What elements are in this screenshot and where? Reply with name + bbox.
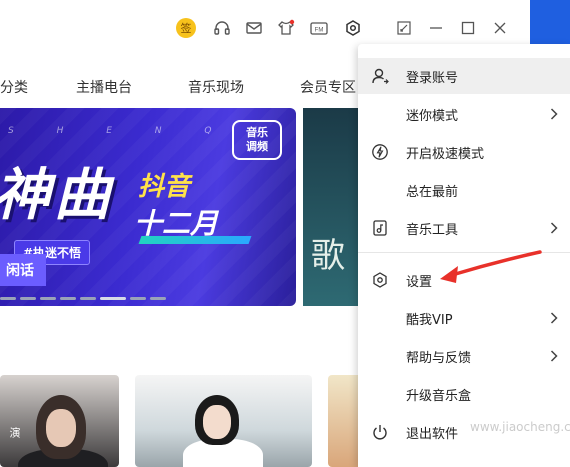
banner-dot[interactable] — [130, 297, 146, 300]
banner-dot[interactable] — [40, 297, 56, 300]
menu-item-speed-mode[interactable]: 开启极速模式 — [358, 134, 570, 170]
menu-item-login[interactable]: 登录账号 — [358, 58, 570, 94]
banner-logo: 音乐 调频 — [232, 120, 282, 160]
window-edge-accent — [530, 0, 570, 44]
thumbnail-face — [46, 409, 76, 447]
mail-icon[interactable] — [243, 17, 265, 39]
chevron-right-icon — [548, 349, 560, 363]
menu-item-settings[interactable]: 设置 — [358, 262, 570, 298]
minimize-icon[interactable] — [425, 17, 447, 39]
sign-label: 签 — [180, 22, 192, 35]
menu-item-label: 迷你模式 — [406, 108, 459, 124]
banner-dot[interactable] — [150, 297, 166, 300]
user-icon — [370, 66, 390, 86]
nav-item-live[interactable]: 音乐现场 — [188, 77, 244, 97]
banner-accent-stripe — [138, 236, 252, 244]
nav-item-radio[interactable]: 主播电台 — [76, 77, 132, 97]
mini-mode-icon[interactable] — [393, 17, 415, 39]
playlist-thumbnail[interactable] — [135, 375, 312, 467]
menu-item-help-feedback[interactable]: 帮助与反馈 — [358, 338, 570, 374]
thumbnail-text: 演 — [8, 427, 21, 438]
menu-item-label: 音乐工具 — [406, 222, 459, 238]
banner-logo-line2: 调频 — [246, 140, 268, 153]
playlist-thumbnail[interactable]: 演 — [0, 375, 119, 467]
banner-dot[interactable] — [0, 297, 16, 300]
nav-item-category[interactable]: 分类 — [0, 77, 28, 97]
banner-dot[interactable] — [80, 297, 96, 300]
secondary-banner[interactable]: 歌 — [303, 108, 363, 306]
chevron-right-icon — [548, 107, 560, 121]
watermark: www.jiaocheng.com — [470, 420, 570, 434]
settings-dropdown-menu: 登录账号 迷你模式 开启极速模式 总在最前 音乐工具 设置 酷我VIP 帮助与反… — [358, 44, 570, 467]
banner-dot[interactable] — [20, 297, 36, 300]
close-icon[interactable] — [489, 17, 511, 39]
maximize-icon[interactable] — [457, 17, 479, 39]
svg-text:FM: FM — [315, 28, 324, 34]
menu-item-label: 总在最前 — [406, 184, 459, 200]
fm-radio-icon[interactable]: FM — [308, 17, 330, 39]
banner-dot-active[interactable] — [100, 297, 126, 300]
menu-divider — [358, 252, 570, 253]
settings-hex-icon — [370, 270, 390, 290]
menu-item-label: 设置 — [406, 274, 433, 290]
menu-item-mini-mode[interactable]: 迷你模式 — [358, 96, 570, 132]
banner-chat-label: 闲话 — [0, 254, 46, 286]
thumbnail-face — [203, 405, 231, 439]
menu-item-kuwo-vip[interactable]: 酷我VIP — [358, 300, 570, 336]
banner-logo-line1: 音乐 — [246, 126, 268, 139]
secondary-banner-text: 歌 — [311, 236, 345, 276]
settings-hex-icon[interactable] — [342, 17, 364, 39]
menu-item-label: 酷我VIP — [406, 312, 453, 328]
menu-item-label: 开启极速模式 — [406, 146, 485, 162]
banner-dot[interactable] — [60, 297, 76, 300]
menu-item-label: 退出软件 — [406, 426, 459, 442]
banner-main-title: 神曲 — [0, 163, 114, 228]
chevron-right-icon — [548, 221, 560, 235]
menu-item-upgrade[interactable]: 升级音乐盒 — [358, 376, 570, 412]
menu-item-label: 登录账号 — [406, 70, 459, 86]
menu-item-label: 帮助与反馈 — [406, 350, 472, 366]
nav-item-vip-zone[interactable]: 会员专区 — [300, 77, 356, 97]
banner-pagination[interactable] — [0, 297, 166, 300]
sign-in-badge[interactable]: 签 — [176, 18, 196, 38]
headphones-icon[interactable] — [211, 17, 233, 39]
menu-item-label: 升级音乐盒 — [406, 388, 472, 404]
promo-banner[interactable]: S H E N Q U 音乐 调频 神曲 抖音 十二月 #执迷不悟 闲话 — [0, 108, 296, 306]
shirt-icon[interactable] — [275, 17, 297, 39]
lightning-icon — [370, 142, 390, 162]
menu-item-music-tools[interactable]: 音乐工具 — [358, 210, 570, 246]
music-file-icon — [370, 218, 390, 238]
menu-item-always-on-top[interactable]: 总在最前 — [358, 172, 570, 208]
chevron-right-icon — [548, 311, 560, 325]
power-icon — [370, 422, 390, 442]
banner-douyin-text: 抖音 — [138, 172, 191, 202]
